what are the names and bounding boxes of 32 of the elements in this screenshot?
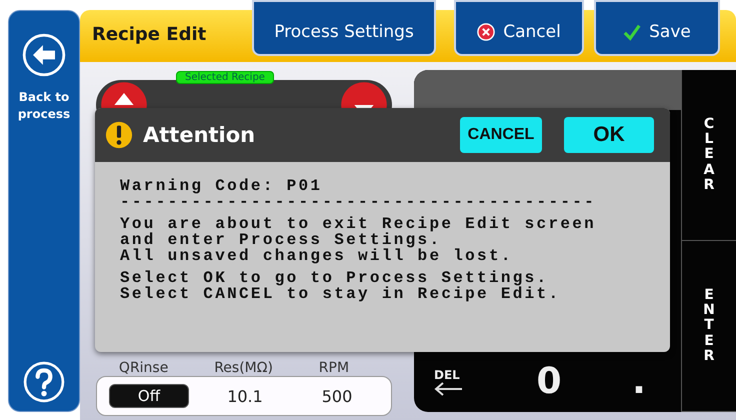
message-line: Warning Code: P01	[120, 178, 324, 194]
save-button[interactable]: Save	[594, 0, 720, 56]
ok-button[interactable]: OK	[564, 117, 654, 153]
screen-title: Recipe Edit	[92, 24, 208, 45]
cancel-button[interactable]: Cancel	[454, 0, 584, 56]
qrinse-toggle[interactable]: Off	[109, 384, 189, 408]
left-arrow-icon	[434, 382, 464, 396]
message-line: All unsaved changes will be lost.	[120, 248, 514, 264]
enter-key[interactable]: ENTER	[682, 241, 736, 412]
back-to-process-link[interactable]: Back to process	[16, 89, 72, 123]
close-icon	[477, 23, 496, 41]
warning-icon	[105, 121, 133, 149]
message-line: and enter Process Settings.	[120, 232, 442, 248]
delete-key[interactable]: DEL	[434, 368, 494, 396]
value-cell[interactable]: 500	[301, 386, 373, 406]
value-cell[interactable]: 10.1	[209, 386, 281, 406]
process-settings-button[interactable]: Process Settings	[252, 0, 436, 56]
checkmark-icon	[623, 23, 642, 41]
message-line: ----------------------------------------	[120, 194, 598, 210]
digit-key[interactable]: .	[604, 360, 674, 404]
selected-recipe-badge: Selected Recipe	[176, 71, 274, 84]
column-header: Res(MΩ)	[214, 360, 273, 376]
column-header: QRinse	[118, 360, 168, 376]
message-line: You are about to exit Recipe Edit screen	[120, 216, 598, 232]
message-line: Select CANCEL to stay in Recipe Edit.	[120, 286, 562, 302]
message-line: Select OK to go to Process Settings.	[120, 270, 548, 286]
help-icon[interactable]	[23, 361, 65, 403]
clear-key[interactable]: CLEAR	[682, 70, 736, 241]
digit-key[interactable]: 0	[514, 360, 584, 404]
dialog-title: Attention	[143, 123, 256, 147]
column-header: RPM	[318, 360, 350, 376]
cancel-button[interactable]: CANCEL	[460, 117, 542, 153]
